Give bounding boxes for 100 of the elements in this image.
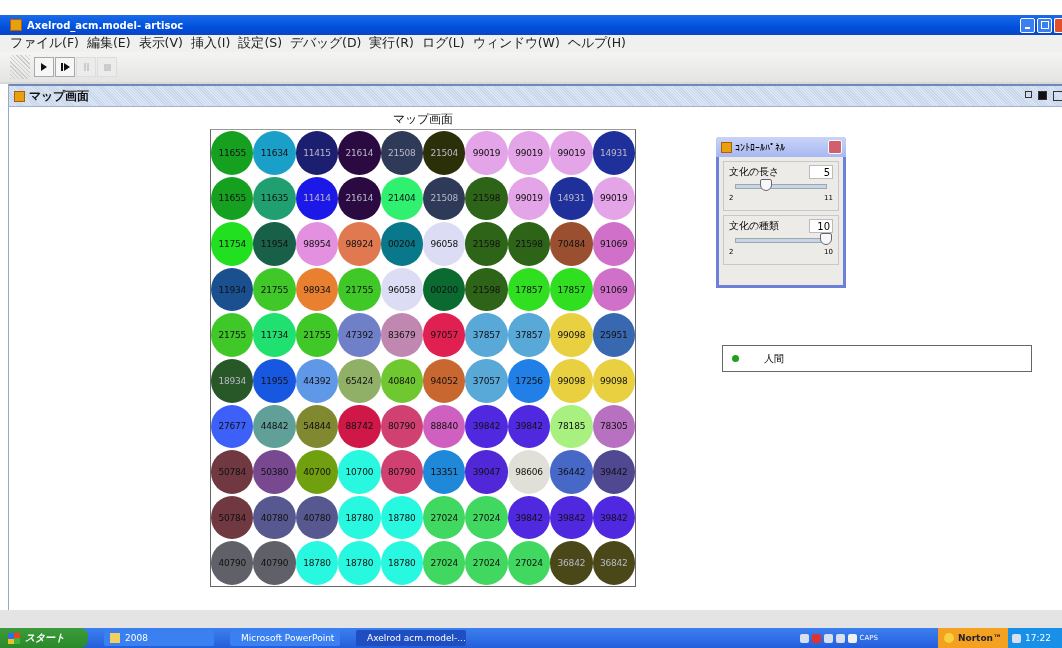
agent-circle: 21508 <box>423 176 466 221</box>
agent-circle: 13351 <box>423 450 466 494</box>
agent-circle: 27024 <box>465 541 508 585</box>
value-field[interactable]: 10 <box>809 219 833 233</box>
menu-item[interactable]: ファイル(F) <box>10 35 79 52</box>
agent-circle: 14931 <box>592 131 635 175</box>
play-button[interactable] <box>34 57 54 77</box>
agent-circle: 99019 <box>465 131 508 175</box>
toolbar-grip[interactable] <box>10 55 30 79</box>
agent-circle: 39842 <box>592 495 635 540</box>
agent-circle: 21504 <box>423 131 466 175</box>
agent-circle: 00200 <box>423 267 466 312</box>
agent-circle: 96058 <box>380 267 423 312</box>
menu-item[interactable]: 設定(S) <box>238 35 283 52</box>
agent-circle: 40700 <box>295 450 339 494</box>
legend-label: 人間 <box>764 351 784 366</box>
agent-circle: 83679 <box>380 313 423 357</box>
app-icon <box>721 141 732 153</box>
agent-circle: 91069 <box>592 222 635 266</box>
agent-circle: 11754 <box>211 222 254 266</box>
agent-circle: 39442 <box>592 450 635 494</box>
agent-circle: 40780 <box>295 495 339 540</box>
agent-circle: 80790 <box>380 450 423 494</box>
agent-circle: 17857 <box>550 267 593 312</box>
slider-thumb[interactable] <box>820 233 832 245</box>
taskbar-button[interactable]: Microsoft PowerPoint <box>230 630 340 646</box>
frame-title: マップ画面 <box>29 87 90 105</box>
agent-circle: 47392 <box>338 313 381 357</box>
agent-circle: 27024 <box>507 541 551 585</box>
tray-icon[interactable] <box>1012 633 1021 643</box>
agent-circle: 21614 <box>338 176 381 221</box>
norton-button[interactable]: Norton™ <box>937 628 1008 648</box>
menu-item[interactable]: デバッグ(D) <box>290 35 362 52</box>
agent-circle: 21508 <box>380 131 423 175</box>
agent-circle: 27024 <box>423 495 466 540</box>
menu-item[interactable]: ヘルプ(H) <box>567 35 626 52</box>
agent-circle: 18780 <box>380 541 423 585</box>
agent-circle: 21755 <box>253 267 296 312</box>
window-title: Axelrod_acm.model- artisoc <box>27 19 185 31</box>
agent-circle: 40780 <box>253 495 296 540</box>
menu-item[interactable]: ウィンドウ(W) <box>472 35 560 52</box>
agent-circle: 88840 <box>423 404 466 449</box>
agent-circle: 21598 <box>465 222 508 266</box>
agent-circle: 97057 <box>423 313 466 357</box>
close-icon[interactable] <box>1053 91 1062 101</box>
agent-circle: 98954 <box>295 222 339 266</box>
map-title: マップ画面 <box>393 111 453 128</box>
taskbar-button[interactable]: 2008 <box>104 630 214 646</box>
agent-circle: 18780 <box>295 541 339 585</box>
agent-circle: 21598 <box>465 176 508 221</box>
agent-circle: 99098 <box>550 359 593 403</box>
agent-circle: 99019 <box>507 176 551 221</box>
menu-item[interactable]: 編集(E) <box>86 35 131 52</box>
agent-circle: 70484 <box>550 222 593 266</box>
agent-circle: 37857 <box>465 313 508 357</box>
agent-circle: 78185 <box>550 404 593 449</box>
taskbar-button[interactable]: Axelrod acm.model-... <box>356 630 466 646</box>
agent-circle: 96058 <box>423 222 466 266</box>
minimize-icon[interactable] <box>1025 91 1032 98</box>
restore-button[interactable] <box>1037 17 1052 33</box>
app-icon <box>14 90 25 102</box>
step-button[interactable] <box>55 57 75 77</box>
close-button[interactable] <box>1054 17 1062 33</box>
agent-circle: 39842 <box>507 404 551 449</box>
close-button[interactable] <box>828 140 842 154</box>
menu-item[interactable]: 表示(V) <box>138 35 183 52</box>
menu-item[interactable]: ログ(L) <box>421 35 465 52</box>
agent-circle: 94052 <box>423 359 466 403</box>
start-button[interactable]: スタート <box>0 628 88 648</box>
agent-circle: 37057 <box>465 359 508 403</box>
agent-circle: 27024 <box>423 541 466 585</box>
panel-title: ｺﾝﾄﾛｰﾙﾊﾟﾈﾙ <box>735 141 786 153</box>
agent-circle: 21598 <box>507 222 551 266</box>
agent-circle: 11655 <box>211 131 254 175</box>
agent-circle: 98606 <box>507 450 551 494</box>
agent-circle: 39842 <box>550 495 593 540</box>
value-field[interactable]: 5 <box>809 165 833 179</box>
menu-item[interactable]: 実行(R) <box>369 35 414 52</box>
agent-circle: 98934 <box>295 267 339 312</box>
minimize-button[interactable] <box>1020 17 1035 33</box>
agent-circle: 11734 <box>253 313 296 357</box>
agent-circle: 11954 <box>253 222 296 266</box>
agent-circle: 99098 <box>550 313 593 357</box>
agent-circle: 25951 <box>592 313 635 357</box>
agent-circle: 99019 <box>507 131 551 175</box>
slider-thumb[interactable] <box>759 179 772 191</box>
agent-circle: 99019 <box>550 131 593 175</box>
menu-item[interactable]: 挿入(I) <box>190 35 231 52</box>
agent-circle: 11934 <box>211 267 254 312</box>
agent-circle: 11635 <box>253 176 296 221</box>
agent-circle: 21755 <box>295 313 339 357</box>
agent-circle: 21404 <box>380 176 423 221</box>
agent-circle: 98924 <box>338 222 381 266</box>
agent-circle: 18780 <box>338 541 381 585</box>
agent-circle: 44392 <box>295 359 339 403</box>
folder-icon <box>110 633 120 643</box>
agent-circle: 50784 <box>211 450 254 494</box>
agent-circle: 18780 <box>338 495 381 540</box>
agent-circle: 54844 <box>295 404 339 449</box>
app-icon <box>10 19 22 31</box>
